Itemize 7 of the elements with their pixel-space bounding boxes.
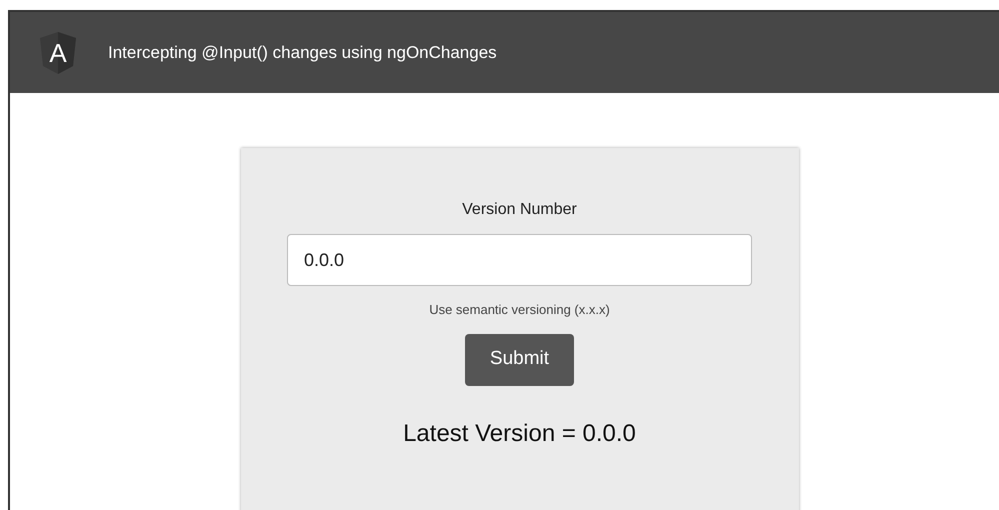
latest-version-text: Latest Version = 0.0.0: [403, 418, 636, 448]
page-title: Intercepting @Input() changes using ngOnChanges: [108, 42, 497, 64]
submit-button[interactable]: Submit: [465, 334, 574, 386]
hint-text: Use semantic versioning (x.x.x): [429, 301, 610, 319]
version-input[interactable]: 0.0.0: [287, 234, 752, 286]
field-label: Version Number: [462, 200, 577, 220]
logo-icon: A: [38, 30, 78, 74]
